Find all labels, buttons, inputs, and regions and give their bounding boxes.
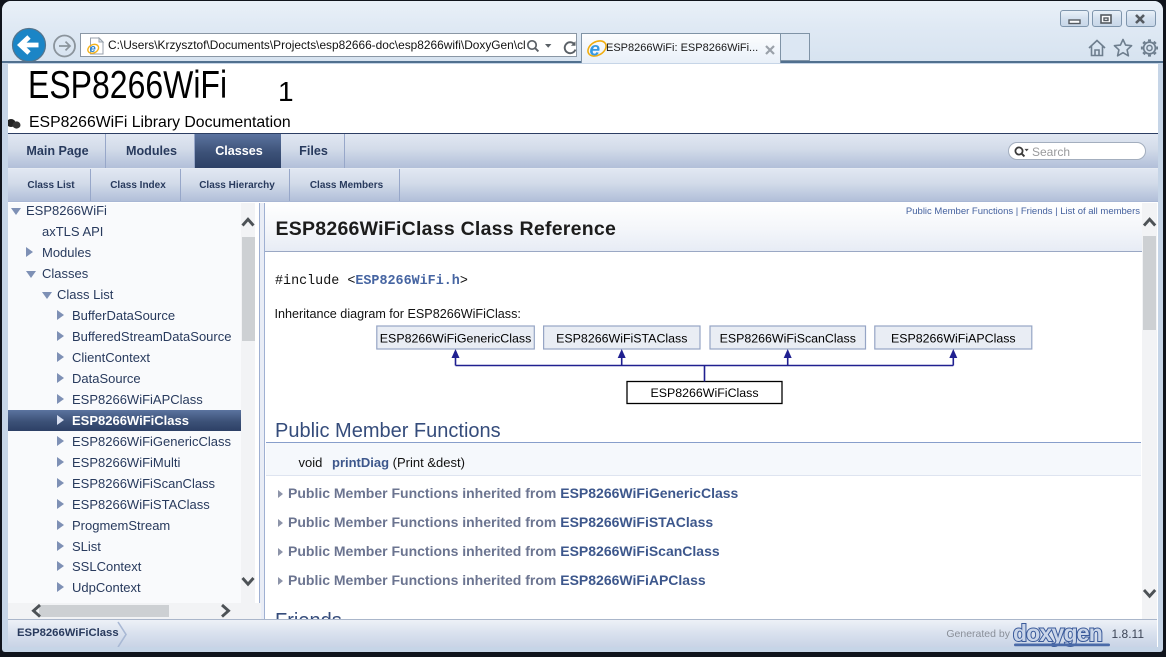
svg-text:ESP8266WiFiScanClass: ESP8266WiFiScanClass — [719, 332, 855, 346]
svg-text:ESP8266WiFiAPClass: ESP8266WiFiAPClass — [891, 332, 1016, 346]
svg-text:ESP8266WiFiGenericClass: ESP8266WiFiGenericClass — [380, 332, 532, 346]
svg-text:e: e — [90, 43, 96, 55]
svg-text:e: e — [590, 40, 601, 60]
svg-text:ESP8266WiFiClass: ESP8266WiFiClass — [650, 386, 758, 400]
svg-text:ESP8266WiFiSTAClass: ESP8266WiFiSTAClass — [556, 332, 687, 346]
svg-text:doxygen: doxygen — [1013, 622, 1102, 646]
